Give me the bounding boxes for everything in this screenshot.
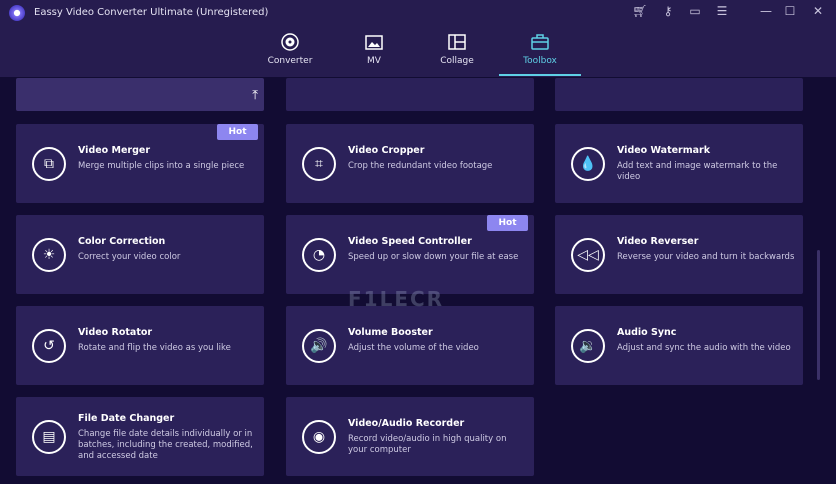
crop-icon: ⌗: [302, 147, 336, 181]
drop-icon: 💧: [571, 147, 605, 181]
tool-card-video-rotator[interactable]: ↺ Video Rotator Rotate and flip the vide…: [16, 306, 264, 385]
tool-card-volume-booster[interactable]: 🔊 Volume Booster Adjust the volume of th…: [286, 306, 534, 385]
tool-description: Add text and image watermark to the vide…: [617, 161, 778, 182]
tool-card-video-speed-controller[interactable]: ◔ Video Speed Controller Speed up or slo…: [286, 215, 534, 294]
tool-card-partial[interactable]: [286, 78, 534, 111]
tool-description: Record video/audio in high quality on yo…: [348, 434, 507, 455]
rotate-icon: ↺: [32, 329, 66, 363]
sun-icon: ☀: [32, 238, 66, 272]
tool-card-video-audio-recorder[interactable]: ◉ Video/Audio Recorder Record video/audi…: [286, 397, 534, 476]
tool-description: Change file date details individually or…: [78, 429, 253, 461]
volume-icon: 🔊: [302, 329, 336, 363]
key-icon[interactable]: ⚷: [659, 4, 677, 18]
cart-icon[interactable]: 🛒︎: [631, 4, 649, 18]
camera-icon: ◉: [302, 420, 336, 454]
tool-description: Adjust and sync the audio with the video: [617, 343, 791, 353]
tool-name: Video Reverser: [617, 236, 699, 247]
tv-icon: [365, 35, 383, 50]
tool-card-partial[interactable]: ⤒: [16, 78, 264, 111]
tool-card-file-date-changer[interactable]: ▤ File Date Changer Change file date det…: [16, 397, 264, 476]
tab-toolbox[interactable]: Toolbox: [510, 32, 570, 66]
collage-icon: [448, 34, 466, 50]
rewind-icon: ◁◁: [571, 238, 605, 272]
tool-description: Correct your video color: [78, 252, 181, 262]
scrollbar[interactable]: [817, 250, 820, 380]
maximize-button[interactable]: ☐: [781, 4, 799, 18]
hot-badge: Hot: [217, 124, 258, 140]
tool-name: Video Rotator: [78, 327, 153, 338]
watermark: F1LECR: [348, 287, 445, 311]
tool-card-video-merger[interactable]: ⧉ Video Merger Merge multiple clips into…: [16, 124, 264, 203]
tab-mv[interactable]: MV: [344, 32, 404, 66]
tab-collage[interactable]: Collage: [427, 32, 487, 66]
tool-description: Reverse your video and turn it backwards: [617, 252, 795, 262]
tool-card-video-reverser[interactable]: ◁◁ Video Reverser Reverse your video and…: [555, 215, 803, 294]
tool-card-partial[interactable]: [555, 78, 803, 111]
tab-label: Toolbox: [523, 56, 557, 66]
toolbox-icon: [531, 34, 549, 50]
tool-name: Color Correction: [78, 236, 166, 247]
tool-description: Adjust the volume of the video: [348, 343, 479, 353]
tool-name: Video Speed Controller: [348, 236, 472, 247]
tool-name: Volume Booster: [348, 327, 433, 338]
tool-name: Video/Audio Recorder: [348, 418, 465, 429]
tool-description: Crop the redundant video footage: [348, 161, 493, 171]
converter-icon: [281, 33, 299, 51]
merge-icon: ⧉: [32, 147, 66, 181]
minimize-button[interactable]: —: [757, 4, 775, 18]
app-title: Eassy Video Converter Ultimate (Unregist…: [34, 7, 269, 18]
tool-name: Audio Sync: [617, 327, 677, 338]
tool-card-video-watermark[interactable]: 💧 Video Watermark Add text and image wat…: [555, 124, 803, 203]
tool-description: Speed up or slow down your file at ease: [348, 252, 519, 262]
app-logo-icon: [9, 5, 25, 21]
tab-converter[interactable]: Converter: [260, 32, 320, 66]
active-tab-indicator: [499, 74, 581, 76]
file-date-icon: ▤: [32, 420, 66, 454]
menu-icon[interactable]: ☰: [713, 4, 731, 18]
tool-card-video-cropper[interactable]: ⌗ Video Cropper Crop the redundant video…: [286, 124, 534, 203]
tool-name: File Date Changer: [78, 413, 175, 424]
tool-card-color-correction[interactable]: ☀ Color Correction Correct your video co…: [16, 215, 264, 294]
feedback-icon[interactable]: ▭: [686, 4, 704, 18]
tool-name: Video Watermark: [617, 145, 711, 156]
tab-label: MV: [367, 56, 381, 66]
scroll-to-top-icon[interactable]: ⤒: [252, 88, 258, 103]
tool-description: Rotate and flip the video as you like: [78, 343, 231, 353]
tool-card-audio-sync[interactable]: 🔉 Audio Sync Adjust and sync the audio w…: [555, 306, 803, 385]
audio-sync-icon: 🔉: [571, 329, 605, 363]
close-button[interactable]: ✕: [809, 4, 827, 18]
title-bar: Eassy Video Converter Ultimate (Unregist…: [0, 0, 836, 77]
tab-label: Converter: [267, 56, 313, 66]
hot-badge: Hot: [487, 215, 528, 231]
tool-name: Video Cropper: [348, 145, 425, 156]
speedometer-icon: ◔: [302, 238, 336, 272]
tool-description: Merge multiple clips into a single piece: [78, 161, 245, 171]
tool-name: Video Merger: [78, 145, 151, 156]
tab-label: Collage: [440, 56, 474, 66]
